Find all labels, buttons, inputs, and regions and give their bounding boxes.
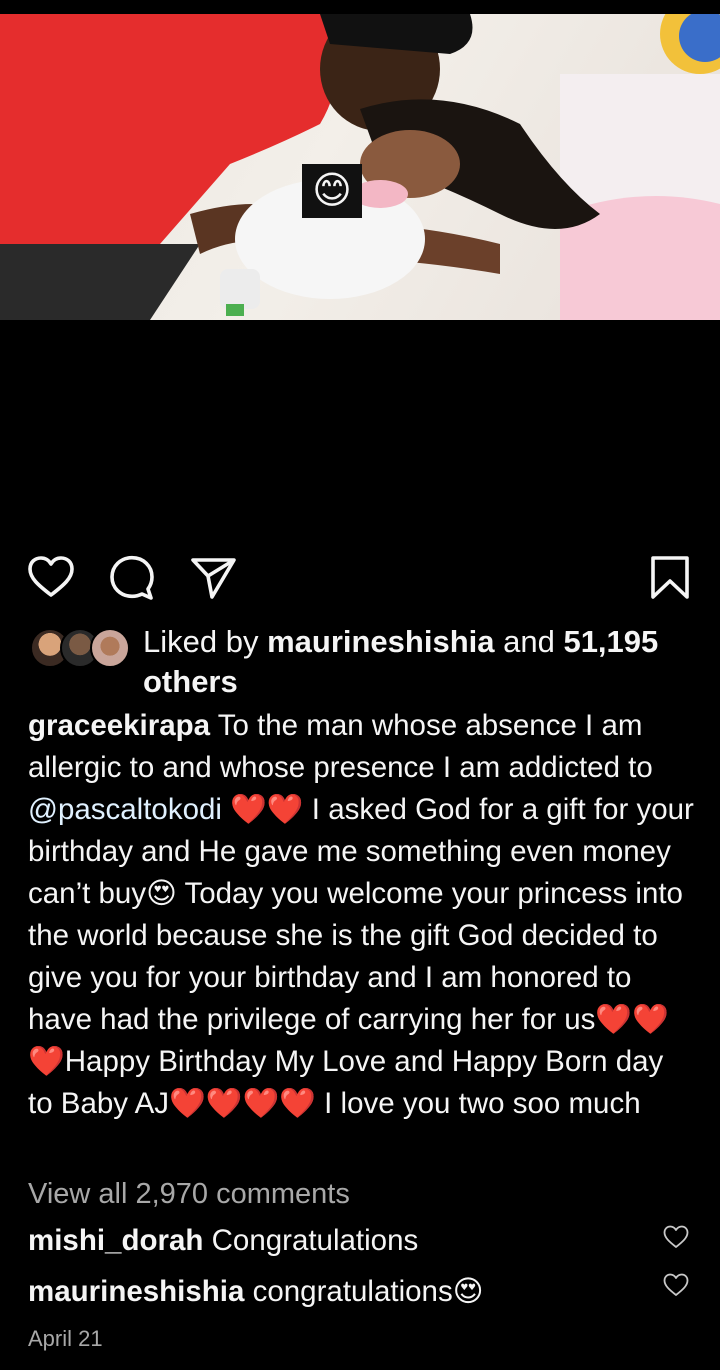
comment-bubble-icon[interactable] bbox=[107, 552, 157, 602]
comment-item: maurineshishia congratulations😍 bbox=[28, 1274, 648, 1309]
paper-plane-icon[interactable] bbox=[188, 552, 238, 602]
post-date: April 21 bbox=[28, 1326, 103, 1351]
comment-text: Congratulations bbox=[203, 1224, 419, 1257]
likes-summary[interactable]: Liked by maurineshishia and 51,195 other… bbox=[30, 622, 700, 702]
smiley-icon: 😊 bbox=[312, 170, 352, 212]
caption-text: ❤️❤️ I asked God for a gift for your bir… bbox=[28, 793, 694, 1120]
post-image[interactable]: 😊 bbox=[0, 14, 720, 320]
comment-username[interactable]: mishi_dorah bbox=[28, 1224, 203, 1257]
caption-mention[interactable]: @pascaltokodi bbox=[28, 793, 222, 826]
post-action-bar bbox=[0, 552, 720, 604]
liker-avatars bbox=[30, 628, 130, 668]
view-all-comments-link[interactable]: View all 2,970 comments bbox=[28, 1178, 350, 1211]
heart-outline-icon[interactable] bbox=[26, 552, 76, 602]
comment-like-icon[interactable] bbox=[662, 1224, 690, 1250]
liker-username[interactable]: maurineshishia bbox=[267, 624, 494, 659]
comment-username[interactable]: maurineshishia bbox=[28, 1275, 244, 1308]
smiley-sticker: 😊 bbox=[302, 164, 362, 218]
comment-item: mishi_dorah Congratulations bbox=[28, 1224, 648, 1258]
likes-middle: and bbox=[494, 624, 564, 659]
likes-prefix: Liked by bbox=[143, 624, 268, 659]
avatar bbox=[90, 628, 130, 668]
comment-like-icon[interactable] bbox=[662, 1272, 690, 1298]
likes-count[interactable]: 51,195 bbox=[563, 624, 658, 659]
bookmark-icon[interactable] bbox=[645, 552, 695, 602]
likes-text: Liked by maurineshishia and 51,195 other… bbox=[143, 622, 700, 702]
caption-author[interactable]: graceekirapa bbox=[28, 709, 210, 742]
post-caption: graceekirapa To the man whose absence I … bbox=[28, 705, 696, 1125]
likes-suffix[interactable]: others bbox=[143, 664, 238, 699]
comment-text: congratulations😍 bbox=[244, 1275, 484, 1308]
